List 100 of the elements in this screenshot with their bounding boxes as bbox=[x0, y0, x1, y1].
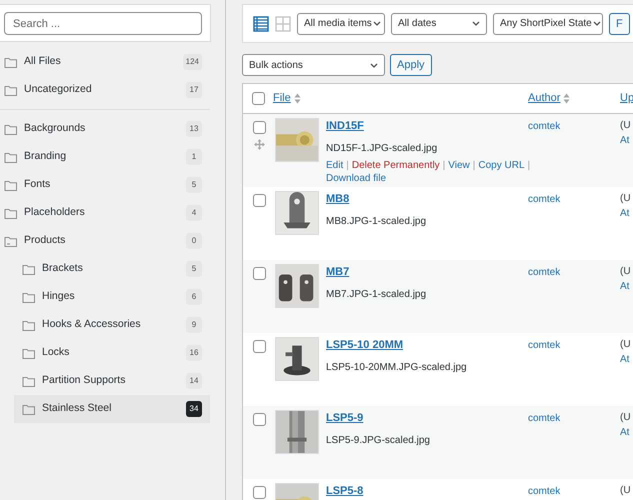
folder-name: All Files bbox=[24, 54, 62, 70]
count-badge: 5 bbox=[186, 261, 202, 277]
caret-icon bbox=[471, 19, 481, 28]
row-checkbox[interactable] bbox=[252, 486, 266, 499]
separator: | bbox=[528, 160, 530, 170]
folder-item[interactable]: All Files 124 bbox=[0, 48, 210, 76]
date-text: (U bbox=[620, 411, 631, 425]
attach-link[interactable]: At bbox=[620, 206, 631, 221]
separator: | bbox=[442, 160, 446, 170]
caret-icon bbox=[372, 19, 382, 28]
folder-item[interactable]: Hinges 6 bbox=[14, 283, 210, 311]
date-text: (U bbox=[620, 192, 631, 206]
file-name: MB7.JPG-1-scaled.jpg bbox=[326, 288, 428, 302]
folder-name: Stainless Steel bbox=[42, 401, 112, 416]
folder-item[interactable]: Branding 1 bbox=[0, 143, 210, 171]
date-text: (U bbox=[620, 338, 631, 352]
count-badge: 34 bbox=[186, 401, 202, 417]
attach-link[interactable]: At bbox=[620, 133, 631, 148]
filter-dropdown[interactable]: All media items bbox=[297, 12, 385, 34]
action-link[interactable]: Edit bbox=[326, 160, 344, 170]
folder-item[interactable]: Locks 16 bbox=[14, 339, 210, 367]
folder-name: Hooks & Accessories bbox=[42, 317, 142, 332]
folder-name: Branding bbox=[24, 149, 68, 164]
file-title-link[interactable]: LSP5-8 bbox=[326, 483, 364, 500]
row-checkbox[interactable] bbox=[252, 121, 266, 134]
search-field[interactable]: Search ... bbox=[4, 12, 202, 35]
column-header[interactable]: File bbox=[273, 90, 528, 107]
author-link[interactable]: comtek bbox=[528, 194, 560, 205]
caret-icon bbox=[592, 19, 602, 28]
folder-name: Partition Supports bbox=[42, 373, 126, 388]
caret-icon bbox=[369, 60, 379, 70]
dropdown-label: All dates bbox=[398, 17, 436, 31]
count-badge: 124 bbox=[182, 54, 202, 70]
file-title-link[interactable]: LSP5-10 20MM bbox=[326, 337, 404, 354]
date-text: (U bbox=[620, 484, 631, 498]
attach-link[interactable]: At bbox=[620, 352, 631, 367]
select-all-checkbox[interactable] bbox=[252, 92, 264, 105]
count-badge: 1 bbox=[186, 149, 202, 165]
row-checkbox[interactable] bbox=[252, 340, 266, 353]
count-badge: 13 bbox=[186, 121, 202, 137]
row-checkbox[interactable] bbox=[252, 194, 266, 207]
count-badge: 0 bbox=[186, 233, 202, 249]
drag-handle-icon[interactable] bbox=[254, 139, 264, 150]
file-title-link[interactable]: IND15F bbox=[326, 118, 364, 134]
dropdown-label: Bulk actions bbox=[249, 58, 303, 72]
folder-item[interactable]: Fonts 5 bbox=[0, 171, 210, 199]
filter-button[interactable]: F bbox=[609, 12, 630, 34]
action-link[interactable]: Copy URL bbox=[478, 160, 525, 170]
filter-dropdown[interactable]: All dates bbox=[391, 12, 487, 34]
folder-item[interactable]: Uncategorized 17 bbox=[0, 76, 210, 104]
folder-name: Placeholders bbox=[24, 205, 86, 220]
folder-item[interactable]: Placeholders 4 bbox=[0, 199, 210, 227]
folder-name: Brackets bbox=[42, 261, 84, 276]
list-view-icon[interactable] bbox=[253, 16, 269, 32]
row-checkbox[interactable] bbox=[252, 413, 266, 426]
action-link[interactable]: Download file bbox=[326, 172, 386, 184]
date-text: (U bbox=[620, 119, 631, 133]
attach-link[interactable]: At bbox=[620, 279, 631, 294]
delete-link[interactable]: Delete Permanently bbox=[352, 160, 440, 170]
folder-item[interactable]: Stainless Steel 34 bbox=[14, 395, 210, 423]
folder-item[interactable]: Hooks & Accessories 9 bbox=[14, 311, 210, 339]
count-badge: 4 bbox=[186, 205, 202, 221]
author-link[interactable]: comtek bbox=[528, 121, 560, 132]
folder-name: Products bbox=[24, 233, 66, 248]
action-link[interactable]: View bbox=[448, 160, 470, 170]
attach-link[interactable]: At bbox=[620, 425, 631, 440]
separator: | bbox=[346, 160, 349, 170]
count-badge: 6 bbox=[186, 289, 202, 305]
folder-item[interactable]: Backgrounds 13 bbox=[0, 115, 210, 143]
folder-name: Locks bbox=[42, 345, 70, 360]
author-link[interactable]: comtek bbox=[528, 340, 560, 351]
file-title-link[interactable]: MB8 bbox=[326, 191, 350, 208]
file-name: MB8.JPG-1-scaled.jpg bbox=[326, 214, 428, 228]
apply-button[interactable]: Apply bbox=[390, 54, 432, 76]
filter-dropdown[interactable]: Any ShortPixel State bbox=[493, 12, 603, 34]
folder-name: Uncategorized bbox=[24, 82, 93, 98]
dropdown-label: Any ShortPixel State bbox=[500, 17, 592, 31]
folder-name: Backgrounds bbox=[24, 121, 86, 136]
folder-item[interactable]: Products 0 bbox=[0, 227, 210, 255]
file-name: LSP5-10-20MM.JPG-scaled.jpg bbox=[326, 360, 468, 374]
grid-view-icon[interactable] bbox=[275, 16, 291, 32]
count-badge: 16 bbox=[186, 345, 202, 361]
count-badge: 17 bbox=[186, 82, 202, 98]
folder-name: Hinges bbox=[42, 289, 76, 304]
folder-item[interactable]: Brackets 5 bbox=[14, 255, 210, 283]
author-link[interactable]: comtek bbox=[528, 413, 560, 424]
file-title-link[interactable]: LSP5-9 bbox=[326, 410, 364, 426]
count-badge: 9 bbox=[186, 317, 202, 333]
folder-icon bbox=[4, 84, 18, 96]
author-link[interactable]: comtek bbox=[528, 486, 560, 497]
folder-item[interactable]: Partition Supports 14 bbox=[14, 367, 210, 395]
column-header[interactable]: Author bbox=[528, 90, 620, 107]
file-name: LSP5-9.JPG-scaled.jpg bbox=[326, 434, 431, 448]
bulk-actions-dropdown[interactable]: Bulk actions bbox=[242, 54, 385, 76]
file-title-link[interactable]: MB7 bbox=[326, 264, 350, 280]
count-badge: 5 bbox=[186, 177, 202, 193]
date-text: (U bbox=[620, 265, 631, 279]
author-link[interactable]: comtek bbox=[528, 267, 560, 278]
separator: | bbox=[472, 160, 476, 170]
row-checkbox[interactable] bbox=[252, 267, 266, 280]
